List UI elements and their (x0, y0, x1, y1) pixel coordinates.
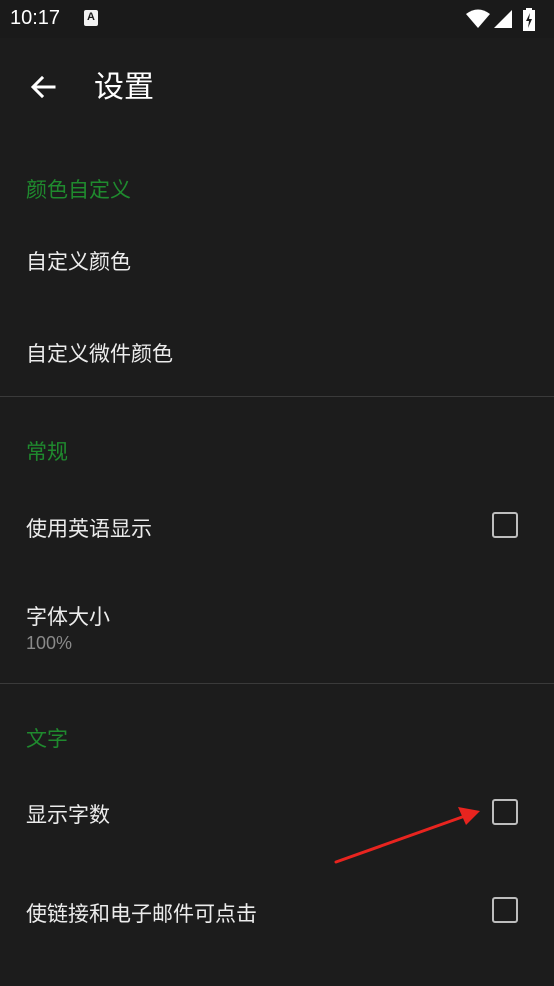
setting-item-clickable-links[interactable]: 使链接和电子邮件可点击 (0, 862, 554, 962)
setting-item-use-english[interactable]: 使用英语显示 (0, 480, 554, 570)
setting-item-custom-colors[interactable]: 自定义颜色 (0, 218, 554, 304)
setting-item-label: 显示字数 (26, 803, 110, 827)
setting-item-custom-widget-colors[interactable]: 自定义微件颜色 (0, 306, 554, 394)
setting-item-label: 使链接和电子邮件可点击 (26, 902, 257, 926)
cellular-signal-icon (494, 10, 512, 28)
section-header-color-customization: 颜色自定义 (26, 178, 131, 202)
show-word-count-checkbox[interactable] (492, 799, 518, 825)
page-title: 设置 (94, 70, 154, 105)
arrow-back-icon (30, 75, 56, 99)
section-header-general: 常规 (26, 440, 68, 464)
setting-item-font-size[interactable]: 字体大小 100% (0, 572, 554, 680)
setting-item-label: 字体大小 (26, 605, 110, 629)
setting-item-show-word-count[interactable]: 显示字数 (0, 766, 554, 858)
use-english-checkbox[interactable] (492, 512, 518, 538)
setting-item-label: 使用英语显示 (26, 517, 152, 541)
font-size-value: 100% (26, 633, 73, 653)
battery-icon (523, 8, 535, 31)
wifi-icon (466, 9, 490, 28)
setting-item-label: 自定义颜色 (26, 250, 131, 274)
app-bar: 设置 (0, 38, 554, 138)
status-time: 10:17 (10, 7, 61, 29)
section-divider (0, 683, 554, 684)
setting-item-label: 自定义微件颜色 (26, 342, 173, 366)
section-divider (0, 396, 554, 397)
status-bar: 10:17 A (0, 0, 554, 38)
notification-icon: A (84, 10, 98, 26)
section-header-text: 文字 (26, 727, 68, 751)
clickable-links-checkbox[interactable] (492, 897, 518, 923)
back-button[interactable] (22, 68, 62, 108)
